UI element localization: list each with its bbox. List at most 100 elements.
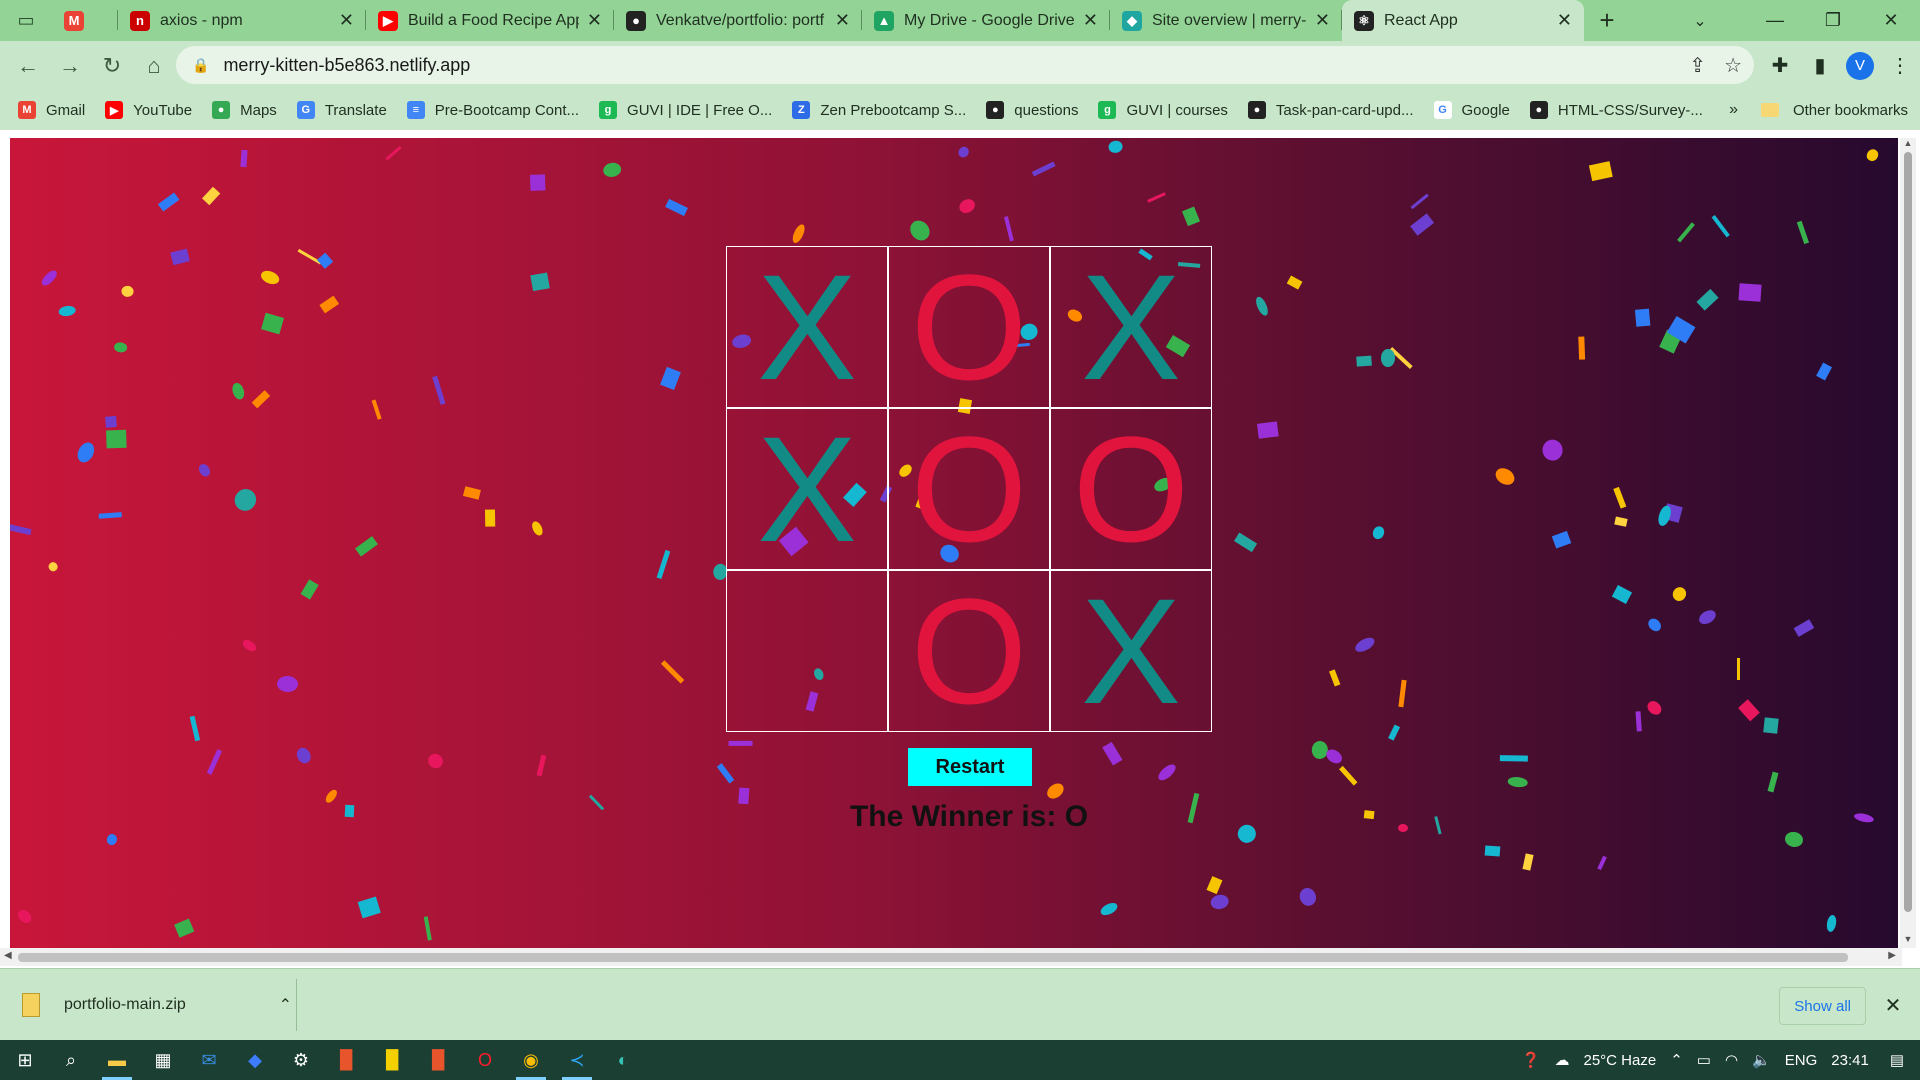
board-cell[interactable]: X [726,408,888,570]
game-page: XOXXOOOX Restart The Winner is: O [10,138,1898,948]
board-cell[interactable]: X [1050,570,1212,732]
dropbox-icon[interactable]: ◆ [232,1040,278,1080]
weather-cloud-icon[interactable]: ☁ [1555,1051,1570,1069]
board-cell[interactable]: O [1050,408,1212,570]
bookmarks-overflow-icon[interactable]: » [1729,90,1738,130]
help-icon[interactable]: ❓ [1522,1051,1541,1069]
board-cell[interactable]: O [888,570,1050,732]
chevron-up-icon[interactable]: ⌃ [279,995,292,1015]
close-tab-icon[interactable]: ✕ [339,10,354,31]
horizontal-scrollbar[interactable]: ◀ ▶ [0,948,1902,966]
lock-icon[interactable]: 🔒 [192,57,209,74]
profile-avatar[interactable]: V [1846,51,1874,80]
confetti-piece [1613,486,1627,509]
bookmark-item[interactable]: g GUVI | courses [1088,101,1237,119]
home-icon[interactable]: ⌂ [134,46,174,86]
close-downloads-icon[interactable]: ✕ [1878,987,1908,1023]
volume-icon[interactable]: 🔈 [1752,1051,1771,1069]
weather-text[interactable]: 25°C Haze [1584,1052,1657,1069]
reload-icon[interactable]: ↻ [92,46,132,86]
bookmark-star-icon[interactable]: ☆ [1724,53,1742,78]
extensions-icon[interactable]: ✚ [1760,46,1800,86]
confetti-piece [240,149,248,168]
language-indicator[interactable]: ENG [1785,1052,1818,1069]
battery-icon[interactable]: ▭ [1697,1051,1711,1069]
close-window-icon[interactable]: ✕ [1862,0,1920,41]
restore-icon[interactable]: ❐ [1804,0,1862,41]
search-icon[interactable]: ⌕ [48,1040,94,1080]
menu-kebab-icon[interactable]: ⋮ [1880,46,1920,86]
bookmark-item[interactable]: G Google [1424,101,1520,119]
tab-search-icon[interactable]: ▭ [0,0,52,41]
bookmark-item[interactable]: Z Zen Prebootcamp S... [782,101,976,119]
bookmark-item[interactable]: ● Maps [202,101,287,119]
file-explorer-icon[interactable]: ▬ [94,1040,140,1080]
address-bar[interactable]: 🔒 merry-kitten-b5e863.netlify.app ⇪ ☆ [176,46,1754,84]
download-item[interactable]: portfolio-main.zip ⌃ [22,969,292,1041]
close-tab-icon[interactable]: ✕ [1315,10,1330,31]
other-bookmarks[interactable]: Other bookmarks [1760,90,1908,130]
bookmark-item[interactable]: ≡ Pre-Bootcamp Cont... [397,101,589,119]
close-tab-icon[interactable]: ✕ [587,10,602,31]
scroll-left-icon[interactable]: ◀ [4,950,12,961]
store-icon[interactable]: ▦ [140,1040,186,1080]
board-cell[interactable]: X [1050,246,1212,408]
office-icon[interactable]: ▉ [324,1040,370,1080]
tab[interactable]: ▶ Build a Food Recipe App ✕ [366,0,614,41]
tab[interactable]: ▲ My Drive - Google Drive ✕ [862,0,1110,41]
clock[interactable]: 23:41 [1831,1052,1869,1069]
new-tab-button[interactable]: + [1584,0,1630,41]
scroll-right-icon[interactable]: ▶ [1888,950,1896,961]
board-cell[interactable]: X [726,246,888,408]
edge-icon[interactable]: ◐ [600,1040,646,1080]
tab[interactable]: ● Venkatve/portfolio: portf ✕ [614,0,862,41]
chrome-icon[interactable]: ◉ [508,1040,554,1080]
google-drive-icon: ▲ [874,10,894,31]
tab[interactable]: n axios - npm ✕ [118,0,366,41]
restart-button[interactable]: Restart [908,748,1032,786]
notifications-icon[interactable]: ▤ [1890,1051,1904,1069]
tab[interactable]: ⚛ React App ✕ [1342,0,1584,41]
vertical-scrollbar[interactable]: ▲ ▼ [1900,138,1916,948]
bookmark-item[interactable]: ▶ YouTube [95,101,202,119]
sticky-notes-icon[interactable]: ▉ [370,1040,416,1080]
board-cell[interactable]: O [888,408,1050,570]
tab-search-chevron-icon[interactable]: ⌄ [1680,0,1720,41]
opera-icon[interactable]: O [462,1040,508,1080]
vertical-scroll-thumb[interactable] [1904,152,1912,912]
scroll-down-icon[interactable]: ▼ [1900,934,1916,948]
back-icon[interactable]: ← [8,46,48,86]
mail-icon[interactable]: ✉ [186,1040,232,1080]
confetti-piece [251,389,270,409]
scroll-up-icon[interactable]: ▲ [1900,138,1916,152]
bookmark-item[interactable]: G Translate [287,101,397,119]
horizontal-scroll-thumb[interactable] [18,953,1848,962]
tab-gmail-pinned[interactable]: M [52,0,118,41]
board-cell[interactable]: O [888,246,1050,408]
show-all-button[interactable]: Show all [1779,987,1866,1025]
vscode-icon[interactable]: ≺ [554,1040,600,1080]
chevron-up-tray-icon[interactable]: ⌃ [1670,1051,1683,1069]
bookmark-item[interactable]: g GUVI | IDE | Free O... [589,101,782,119]
url-text[interactable]: merry-kitten-b5e863.netlify.app [223,55,470,76]
confetti-piece [1793,619,1814,637]
office-icon-2[interactable]: ▉ [416,1040,462,1080]
forward-icon[interactable]: → [50,46,90,86]
side-panel-icon[interactable]: ▮ [1800,46,1840,86]
bookmark-item[interactable]: ● HTML-CSS/Survey-... [1520,101,1713,119]
tab[interactable]: ◆ Site overview | merry-kitt ✕ [1110,0,1342,41]
system-tray: ❓ ☁ 25°C Haze ⌃ ▭ ◠ 🔈 ENG 23:41 ▤ [1515,1040,1920,1080]
bookmark-item[interactable]: M Gmail [8,101,95,119]
windows-start-icon[interactable]: ⊞ [2,1040,48,1080]
close-tab-icon[interactable]: ✕ [835,10,850,31]
bookmark-item[interactable]: ● questions [976,101,1088,119]
bookmark-item[interactable]: ● Task-pan-card-upd... [1238,101,1424,119]
close-tab-icon[interactable]: ✕ [1557,10,1572,31]
close-tab-icon[interactable]: ✕ [1083,10,1098,31]
settings-gear-icon[interactable]: ⚙ [278,1040,324,1080]
board-cell[interactable] [726,570,888,732]
minimize-icon[interactable]: — [1746,0,1804,41]
share-icon[interactable]: ⇪ [1689,53,1706,78]
wifi-icon[interactable]: ◠ [1725,1051,1738,1069]
confetti-piece [530,519,545,537]
